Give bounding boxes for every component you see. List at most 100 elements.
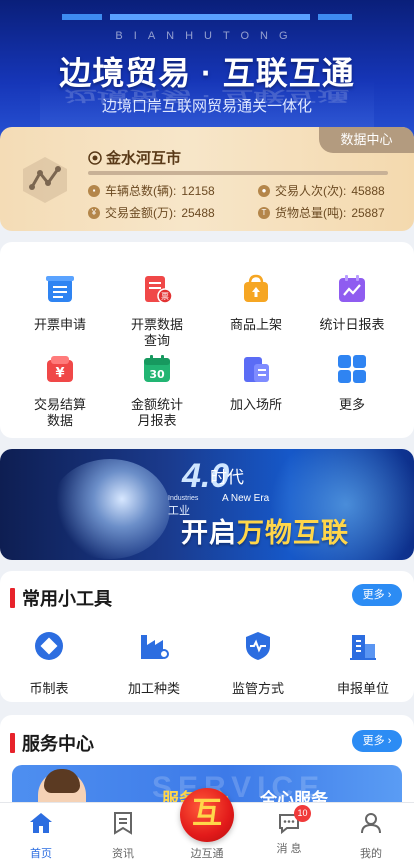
hero-brand-en: BIANHUTONG (115, 30, 299, 42)
person-icon: ● (258, 184, 270, 197)
menu-label: 更多 (338, 397, 365, 412)
promo-banner[interactable]: 4.0 时代 Industries 工业 A New Era 开启万物互联 (0, 449, 414, 560)
stat-goods: T 货物总量(吨): 25887 (258, 204, 385, 221)
tool-declaring-unit[interactable]: 申报单位 (318, 631, 408, 697)
message-icon: 10 (277, 805, 311, 835)
menu-label: 商品上架 (229, 317, 282, 332)
hero-subtitle: 边境口岸互联网贸易通关一体化 (101, 98, 312, 115)
factory-icon (141, 635, 169, 659)
center-logo-icon: 互 (192, 797, 222, 830)
menu-label: 加入场所 (229, 397, 282, 412)
tool-label: 监管方式 (231, 681, 284, 696)
more-label: 更多 (362, 735, 385, 747)
section-title: 服务中心 (10, 730, 94, 756)
calendar-30-icon: 30 (144, 355, 170, 382)
menu-product-listing[interactable]: 商品上架 (206, 274, 306, 333)
common-tools-section: 常用小工具 更多 › 币制表 加工种类 监管方式 申报单位 (0, 571, 414, 702)
section-marker (10, 733, 15, 753)
svg-text:¥: ¥ (55, 366, 64, 381)
tab-bianhutong-center-button[interactable]: 互 (180, 788, 234, 842)
tool-supervision-method[interactable]: 监管方式 (213, 631, 303, 697)
tool-processing-type[interactable]: 加工种类 (109, 631, 199, 697)
tab-label-center: 边互通 (190, 848, 224, 860)
chevron-right-icon: › (387, 735, 392, 747)
tool-label: 申报单位 (336, 681, 389, 696)
tool-currency[interactable]: 币制表 (4, 631, 94, 697)
tab-label: 消 息 (276, 843, 302, 855)
stat-value: 25887 (351, 205, 385, 220)
promo-tagline-highlight: 万物互联 (237, 518, 349, 548)
tools-more-button[interactable]: 更多 › (352, 584, 402, 606)
svg-text:30: 30 (149, 368, 165, 381)
menu-invoice-apply[interactable]: 开票申请 (10, 274, 110, 333)
promo-industry-en: Industries (168, 495, 199, 502)
stat-label: 交易人次(次): (275, 184, 347, 198)
yen-coin-icon: ¥ (88, 206, 100, 219)
more-label: 更多 (362, 589, 385, 601)
svg-text:票: 票 (161, 292, 169, 301)
tab-profile[interactable]: 我的 (330, 811, 412, 861)
stat-value: 25488 (181, 205, 215, 220)
touch-hand-image (50, 459, 170, 559)
menu-label: 开票数据 查询 (130, 317, 183, 348)
shield-pulse-icon (246, 632, 270, 660)
service-more-button[interactable]: 更多 › (352, 730, 402, 752)
home-icon (30, 813, 52, 833)
hero-title: 边境贸易 · 互联互通 (59, 55, 355, 91)
user-icon (361, 813, 381, 834)
tool-label: 币制表 (29, 681, 69, 696)
tab-label: 我的 (360, 848, 382, 860)
stat-value: 12158 (181, 183, 215, 198)
stats-logo-icon (23, 157, 67, 203)
data-center-card[interactable]: 数据中心 金水河互市 ▪ 车辆总数(辆): 12158 ● 交易人次(次): 4… (0, 127, 414, 231)
menu-label: 开票申请 (33, 317, 86, 332)
location-name: 金水河互市 (106, 150, 182, 167)
promo-tagline-prefix: 开启 (181, 518, 237, 548)
stat-vehicles: ▪ 车辆总数(辆): 12158 (88, 182, 215, 199)
stat-value: 45888 (351, 183, 385, 198)
promo-era: 时代 (210, 468, 244, 487)
stat-label: 交易金额(万): (105, 206, 177, 220)
stat-amount: ¥ 交易金额(万): 25488 (88, 204, 215, 221)
menu-more[interactable]: 更多 (302, 354, 402, 413)
menu-settlement-data[interactable]: ¥ 交易结算 数据 (10, 354, 110, 429)
shopping-bag-icon (244, 274, 268, 302)
chart-calendar-icon (339, 275, 365, 302)
menu-label: 金额统计 月报表 (130, 397, 183, 428)
menu-label: 统计日报表 (319, 317, 385, 332)
office-building-icon (350, 635, 376, 660)
weight-icon: T (258, 206, 270, 219)
hero-decoration-bar (62, 14, 352, 22)
bookmark-icon (114, 812, 132, 835)
section-marker (10, 588, 15, 608)
stat-label: 车辆总数(辆): (105, 184, 177, 198)
promo-tagline: 开启万物互联 (181, 511, 349, 550)
stat-label: 货物总量(吨): (275, 206, 347, 220)
building-icon (244, 357, 269, 382)
location-title: 金水河互市 (88, 147, 181, 168)
menu-daily-report[interactable]: 统计日报表 (302, 274, 402, 333)
message-badge: 10 (294, 805, 311, 822)
promo-new-era-en: A New Era (222, 493, 270, 504)
chevron-right-icon: › (387, 589, 392, 601)
tab-label: 资讯 (112, 848, 134, 860)
data-center-tab[interactable]: 数据中心 (319, 127, 414, 153)
tab-home[interactable]: 首页 (0, 811, 82, 861)
menu-monthly-amount[interactable]: 30 金额统计 月报表 (107, 354, 207, 429)
function-menu: 开票申请 票 开票数据 查询 商品上架 统计日报表 ¥ 交易结算 数据 30 金… (0, 242, 414, 438)
menu-label: 交易结算 数据 (33, 397, 86, 428)
stat-transactions-people: ● 交易人次(次): 45888 (258, 182, 385, 199)
invoice-icon (46, 276, 74, 302)
section-title: 常用小工具 (10, 585, 112, 611)
location-pin-icon (88, 150, 102, 165)
tab-news[interactable]: 资讯 (82, 811, 164, 861)
tool-label: 加工种类 (127, 681, 180, 696)
tab-messages[interactable]: 10 消 息 (248, 805, 330, 856)
menu-join-venue[interactable]: 加入场所 (206, 354, 306, 413)
tab-label: 首页 (30, 848, 52, 860)
section-title-text: 服务中心 (22, 734, 94, 754)
invoice-query-icon: 票 (145, 276, 173, 304)
grid-more-icon (338, 355, 366, 383)
truck-icon: ▪ (88, 184, 100, 197)
menu-invoice-query[interactable]: 票 开票数据 查询 (107, 274, 207, 349)
